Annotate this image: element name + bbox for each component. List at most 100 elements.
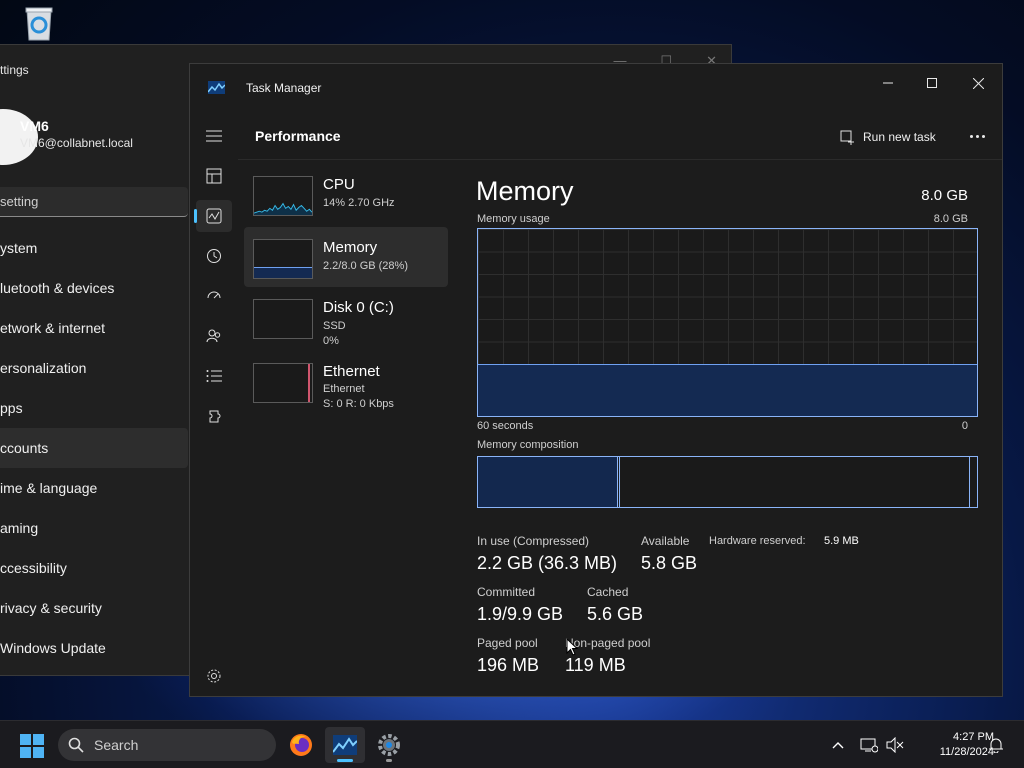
resource-name: CPU [323,176,355,193]
resource-detail: Ethernet [323,383,365,395]
user-email: VM6@collabnet.local [20,136,133,150]
resource-name: Memory [323,239,378,256]
resource-detail: S: 0 R: 0 Kbps [323,398,394,410]
performance-icon [206,208,222,224]
clock-time: 4:27 PM [953,731,994,743]
performance-button[interactable] [194,200,232,232]
composition-standby [620,457,970,507]
minimize-button[interactable] [866,68,910,98]
memory-composition-label: Memory composition [477,439,579,451]
memory-usage-label: Memory usage [477,213,550,225]
more-options-button[interactable] [964,124,990,148]
volume-muted-icon [886,737,904,753]
task-manager-window: Task Manager Performance Run new task CP… [189,63,1003,697]
nav-rail [190,110,238,696]
users-button[interactable] [196,320,232,352]
hamburger-menu-icon [206,130,222,142]
cached-value: 5.6 GB [587,604,644,624]
settings-nav-accessibility[interactable]: ccessibility [0,548,188,588]
app-history-button[interactable] [196,240,232,272]
recycle-bin-icon[interactable] [22,6,56,42]
hardware-reserved-label: Hardware reserved: [709,535,806,547]
user-name: VM6 [20,118,49,134]
resource-item-memory[interactable]: Memory 2.2/8.0 GB (28%) [244,227,448,287]
settings-nav-privacy[interactable]: rivacy & security [0,588,188,628]
resource-detail: SSD [323,320,346,332]
settings-nav-network[interactable]: etwork & internet [0,308,188,348]
settings-nav-time-language[interactable]: ime & language [0,468,188,508]
mouse-cursor-icon [566,638,578,656]
settings-nav-bluetooth[interactable]: luetooth & devices [0,268,188,308]
minimize-icon [883,82,893,84]
task-manager-app-icon [208,81,225,94]
cpu-thumbnail-graph [253,176,313,216]
search-label: Search [94,737,139,753]
paged-pool-label: Paged pool [477,636,538,650]
disk-thumbnail-graph [253,299,313,339]
settings-nav-windows-update[interactable]: Windows Update [0,628,188,668]
network-status-button[interactable] [858,735,880,755]
task-manager-icon [333,735,357,755]
resource-detail: 2.2/8.0 GB (28%) [323,260,408,272]
hardware-reserved-value: 5.9 MB [824,535,859,547]
page-title: Performance [255,128,341,144]
settings-nav: ystem luetooth & devices etwork & intern… [0,228,188,668]
ethernet-thumbnail-graph [253,363,313,403]
processes-icon [206,168,222,184]
resource-item-disk[interactable]: Disk 0 (C:) SSD 0% [244,287,448,347]
memory-usage-fill [478,363,977,416]
system-clock[interactable]: 4:27 PM 11/28/2024 [904,730,994,760]
resource-name: Disk 0 (C:) [323,299,394,316]
clock-date: 11/28/2024 [939,746,994,758]
available-value: 5.8 GB [641,553,698,573]
settings-nav-personalization[interactable]: ersonalization [0,348,188,388]
services-button[interactable] [196,400,232,432]
settings-nav-accounts[interactable]: ccounts [0,428,188,468]
window-title: Task Manager [246,81,322,95]
settings-nav-gaming[interactable]: aming [0,508,188,548]
taskbar-search[interactable]: Search [58,729,276,761]
available-label: Available [641,534,690,548]
settings-gear-icon [378,734,400,756]
resource-item-ethernet[interactable]: Ethernet Ethernet S: 0 R: 0 Kbps [244,353,448,413]
close-button[interactable] [956,68,1000,98]
show-hidden-icons-button[interactable] [827,735,849,755]
taskbar-task-manager[interactable] [325,727,365,763]
run-new-task-label: Run new task [863,130,936,144]
settings-nav-apps[interactable]: pps [0,388,188,428]
in-use-label: In use (Compressed) [477,534,590,548]
settings-search-input[interactable]: setting [0,187,188,217]
firefox-icon [290,734,312,756]
details-icon [206,370,222,382]
taskbar-firefox[interactable] [281,727,321,763]
run-new-task-button[interactable]: Run new task [840,125,936,149]
settings-title: ttings [0,63,29,77]
maximize-button[interactable] [910,68,954,98]
start-button[interactable] [20,734,44,758]
memory-total: 8.0 GB [921,187,968,204]
committed-label: Committed [477,585,536,599]
settings-icon [207,669,221,683]
in-use-value: 2.2 GB (36.3 MB) [477,553,618,573]
memory-usage-graph [477,228,978,417]
processes-button[interactable] [196,160,232,192]
title-bar[interactable]: Task Manager [190,64,1002,110]
settings-nav-system[interactable]: ystem [0,228,188,268]
settings-button[interactable] [196,660,232,692]
taskbar: Search 4:27 PM 11/28/2024 [0,720,1024,768]
startup-apps-icon [207,291,221,299]
paged-pool-value: 196 MB [477,655,540,675]
startup-apps-button[interactable] [196,280,232,312]
committed-value: 1.9/9.9 GB [477,604,564,624]
resource-detail: 0% [323,335,339,347]
resource-item-cpu[interactable]: CPU 14% 2.70 GHz [244,164,448,224]
volume-button[interactable] [884,735,906,755]
notifications-button[interactable] [985,735,1007,755]
hamburger-menu-button[interactable] [196,120,232,152]
app-history-icon [207,249,221,263]
taskbar-settings[interactable] [369,727,409,763]
run-new-task-icon [840,130,854,145]
details-button[interactable] [196,360,232,392]
maximize-icon [927,78,937,88]
graph-time-label: 60 seconds [477,420,534,432]
